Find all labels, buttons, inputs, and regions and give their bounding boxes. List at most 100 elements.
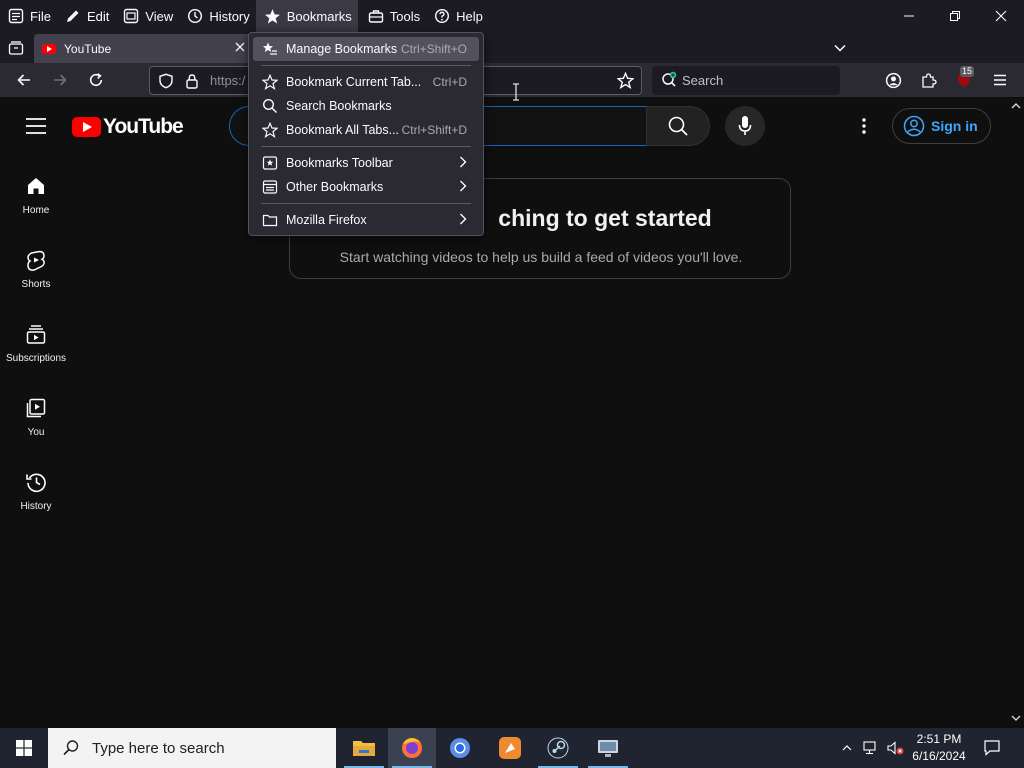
menu-item-shortcut: Ctrl+Shift+D [401,123,467,137]
youtube-search-button[interactable] [646,106,710,146]
minimize-button[interactable] [886,0,932,32]
taskbar-clock[interactable]: 2:51 PM 6/16/2024 [905,731,973,765]
windows-logo-icon [16,740,32,756]
pencil-icon [66,10,79,22]
padlock-button[interactable] [184,73,200,94]
extensions-button[interactable] [915,67,943,93]
search-engine-icon[interactable] [661,71,679,89]
youtube-page: YouTube Sign in Home Shorts Subscription… [0,97,1024,727]
account-button[interactable] [879,67,907,93]
menu-item-manage-bookmarks[interactable]: Manage Bookmarks Ctrl+Shift+O [253,37,479,61]
menu-edit[interactable]: Edit [57,0,115,32]
menu-item-search-bookmarks[interactable]: Search Bookmarks [253,94,479,118]
menu-tools-label: Tools [389,8,421,24]
menu-bookmarks[interactable]: Bookmarks [255,0,358,32]
sidebar-item-you[interactable]: You [0,397,72,471]
menu-item-bookmark-current-tab[interactable]: Bookmark Current Tab... Ctrl+D [253,70,479,94]
show-hidden-icons-button[interactable] [838,728,856,768]
scrollbar-down-arrow[interactable] [1009,711,1023,725]
search-bar[interactable]: Search [652,66,840,95]
menu-item-other-bookmarks[interactable]: Other Bookmarks [253,175,479,199]
taskbar-app-firefox[interactable] [388,728,436,768]
orange-app-icon [499,737,521,759]
chevron-up-icon [1011,102,1021,109]
notifications-button[interactable] [978,728,1006,768]
tab-strip: YouTube [0,32,1024,63]
folder-app-icon [353,741,375,756]
steam-app-icon [547,737,569,759]
star-outline-icon [261,122,278,139]
menu-view[interactable]: View [115,0,179,32]
menu-item-label: Search Bookmarks [286,99,392,113]
close-window-button[interactable] [978,0,1024,32]
start-button[interactable] [0,728,48,768]
sidebar-item-label: Shorts [21,279,51,290]
account-icon [885,72,901,88]
chevron-right-icon [459,180,467,195]
bookmark-page-star-button[interactable] [616,71,635,94]
sidebar-item-shorts[interactable]: Shorts [0,249,72,323]
remote-desktop-app-icon [598,740,618,757]
chevron-up-icon [842,745,852,751]
tab-close-button[interactable] [234,41,246,56]
star-outline-icon [616,71,635,90]
arrow-right-icon [54,74,67,86]
menu-file[interactable]: File [0,0,57,32]
network-tray-icon[interactable] [860,728,882,768]
chevron-down-icon [1011,715,1021,722]
hamburger-menu-icon [26,118,46,134]
tab-youtube[interactable]: YouTube [34,34,252,63]
menu-item-shortcut: Ctrl+D [432,75,467,89]
menu-item-mozilla-firefox-folder[interactable]: Mozilla Firefox [253,208,479,232]
hamburger-menu-icon [994,74,1006,86]
scrollbar-up-arrow[interactable] [1009,99,1023,113]
taskbar-app-chromium[interactable] [436,728,484,768]
sidebar-item-label: Subscriptions [5,353,67,364]
taskbar-app-steam[interactable] [534,728,582,768]
sidebar-item-history[interactable]: History [0,471,72,545]
app-menu-button[interactable] [986,67,1014,93]
taskbar-app-orange[interactable] [486,728,534,768]
restore-button[interactable] [932,0,978,32]
youtube-voice-search-button[interactable] [725,106,765,146]
close-icon [235,42,245,52]
menu-help[interactable]: Help [426,0,489,32]
menu-separator [261,65,471,66]
star-filled-icon [264,8,280,24]
sidebar-item-home[interactable]: Home [0,175,72,249]
folder-icon [261,212,278,229]
tab-overview-button[interactable] [8,40,24,61]
list-all-tabs-button[interactable] [832,40,848,61]
folder-list-icon [261,179,278,196]
back-button[interactable] [10,67,38,93]
shorts-icon [27,250,45,271]
menu-tools[interactable]: Tools [360,0,426,32]
volume-tray-icon[interactable] [884,728,906,768]
menu-bookmarks-label: Bookmarks [286,8,352,24]
reload-button[interactable] [82,67,110,93]
menu-item-bookmark-all-tabs[interactable]: Bookmark All Tabs... Ctrl+Shift+D [253,118,479,142]
youtube-logo[interactable]: YouTube [72,115,184,139]
youtube-guide-button[interactable] [24,117,48,140]
menu-item-shortcut: Ctrl+Shift+O [400,42,467,56]
url-text[interactable]: https:/ [210,73,245,88]
you-library-icon [26,398,46,418]
youtube-settings-button[interactable] [852,114,876,138]
lock-icon [186,74,198,89]
close-icon [995,10,1007,22]
youtube-sign-in-button[interactable]: Sign in [892,108,991,144]
search-engine-icon-glyph [662,71,677,87]
taskbar-app-file-explorer[interactable] [340,728,388,768]
menu-history[interactable]: History [179,0,255,32]
menu-item-label: Bookmark All Tabs... [286,123,400,137]
taskbar-search-placeholder: Type here to search [92,739,225,757]
menu-item-label: Other Bookmarks [286,180,384,194]
taskbar-search-box[interactable]: Type here to search [48,728,336,768]
text-cursor-icon [513,83,519,101]
taskbar-app-remote[interactable] [584,728,632,768]
sidebar-item-subscriptions[interactable]: Subscriptions [0,323,72,397]
tracking-protection-shield-icon[interactable] [158,73,174,94]
tab-title: YouTube [64,41,112,56]
forward-button[interactable] [46,67,74,93]
menu-item-bookmarks-toolbar[interactable]: Bookmarks Toolbar [253,151,479,175]
